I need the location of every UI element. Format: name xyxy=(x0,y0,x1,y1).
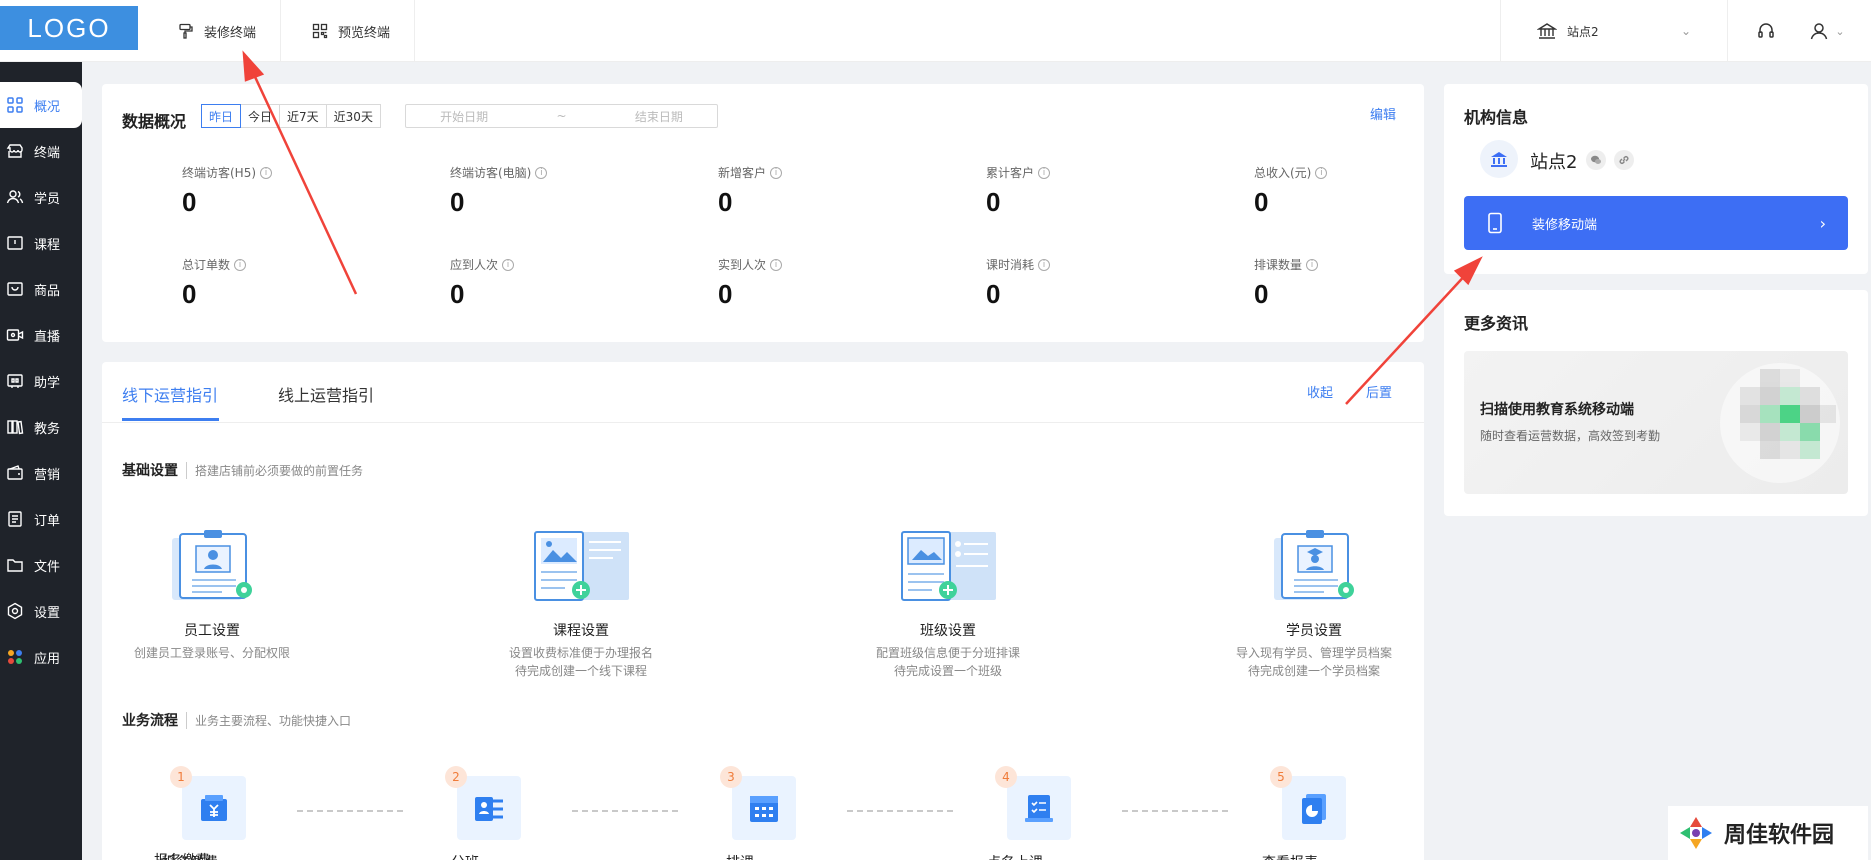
watermark-logo xyxy=(1680,817,1712,849)
date-tab-yesterday[interactable]: 昨日 xyxy=(201,104,242,128)
watermark: 周佳软件园 xyxy=(1668,806,1868,860)
watermark-text: 周佳软件园 xyxy=(1724,823,1835,848)
annotation-arrows xyxy=(242,50,1483,405)
